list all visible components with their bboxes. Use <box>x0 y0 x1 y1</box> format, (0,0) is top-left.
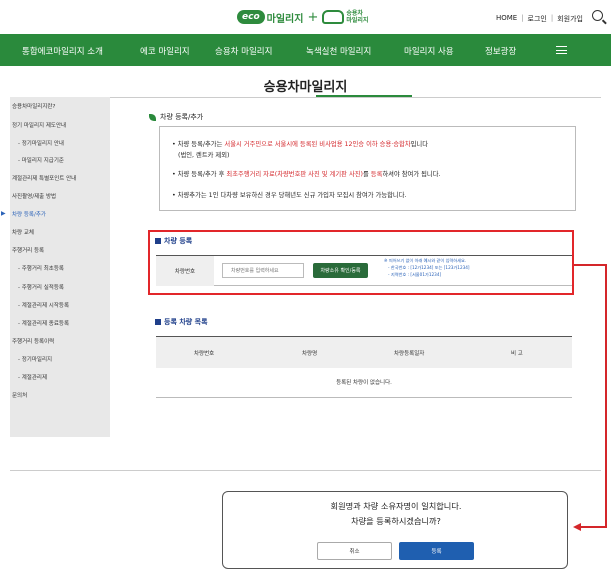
logo-sub-line-2: 마일리지 <box>346 17 369 24</box>
sidebar-item-about[interactable]: 승용차마일리지란? <box>12 102 55 110</box>
sidebar-item-mileage[interactable]: 주행거리 등록 <box>12 246 44 254</box>
leaf-icon <box>149 113 156 121</box>
logo-plus-icon: + <box>307 9 319 25</box>
nav-item-eco[interactable]: 에코 마일리지 <box>140 45 190 57</box>
logo-sub-line-1: 승용차 <box>346 10 363 17</box>
notice-2-red1: 최초주행거리 자료(차량번호판 사진 및 계기판 사진) <box>226 171 363 178</box>
plate-hint-2: - 한국번호 : [12가1234] 또는 [123가1234] <box>388 265 470 270</box>
sidebar-item-season-start[interactable]: - 계절관리제 시작등록 <box>18 301 69 309</box>
sidebar-item-seasonal-points[interactable]: 계절관리제 특별포인트 안내 <box>12 174 76 182</box>
notice-2-red2: 등록 <box>370 171 383 178</box>
sidebar-item-replace[interactable]: 차량 교체 <box>12 228 34 236</box>
dialog-message-1: 회원명과 차량 소유자명이 일치합니다. <box>330 501 462 511</box>
notice-2c: 하셔야 참여가 됩니다. <box>382 171 441 178</box>
sidebar-item-criteria[interactable]: - 마일리지 지급기준 <box>18 156 64 164</box>
registration-heading: 차량 등록 <box>155 236 192 246</box>
annotation-connector <box>574 264 607 266</box>
car-icon <box>322 10 345 24</box>
nav-item-info[interactable]: 정보광장 <box>485 45 516 57</box>
register-button[interactable]: 등록 <box>399 542 474 560</box>
table-header: 차량번호 차량명 차량등록일자 비 고 <box>156 336 572 368</box>
notice-line-1: • 차량 등록/추가는 서울시 거주민으로 서울시에 등록된 비사업용 12인승… <box>172 141 429 148</box>
plate-label: 차량번호 <box>156 256 214 286</box>
main-nav: 통합에코마일리지 소개 에코 마일리지 승용차 마일리지 녹색실천 마일리지 마… <box>0 34 611 66</box>
logo-text: 마일리지 <box>266 13 304 25</box>
column-note: 비 고 <box>511 351 523 357</box>
sidebar-item-first[interactable]: - 주행거리 최초등록 <box>18 264 64 272</box>
empty-message: 등록된 차량이 없습니다. <box>156 368 572 398</box>
column-plate: 차량번호 <box>194 351 215 357</box>
active-arrow-icon: ▶ <box>1 210 6 217</box>
logo-eco-mark: eco <box>237 10 265 24</box>
notice-2b: 를 <box>362 171 371 178</box>
link-separator: | <box>521 14 524 22</box>
column-name: 차량명 <box>302 351 318 357</box>
column-date: 차량등록일자 <box>394 351 425 357</box>
notice-1b: 입니다 <box>410 141 429 148</box>
annotation-connector <box>580 526 607 528</box>
sidebar-item-regular-guide[interactable]: 정기 마일리지 제도안내 <box>12 121 66 129</box>
section-title-text: 차량 등록/추가 <box>160 113 204 121</box>
confirm-dialog: 회원명과 차량 소유자명이 일치합니다. 차량을 등록하시겠습니까? 취소 등록 <box>222 491 568 569</box>
sidebar-item-contact[interactable]: 문의처 <box>12 391 27 399</box>
cancel-button[interactable]: 취소 <box>317 542 392 560</box>
sidebar-item-photo[interactable]: 사진촬영/제출 방법 <box>12 192 56 200</box>
notice-1a: 차량 등록/추가는 <box>177 141 225 148</box>
site-logo[interactable]: eco 마일리지 + 승용차 마일리지 <box>237 6 368 28</box>
square-icon <box>155 238 161 244</box>
top-links: HOME | 로그인 | 회원가입 <box>496 14 583 24</box>
annotation-connector <box>605 264 607 528</box>
notice-line-1-sub: (법인, 렌트카 제외) <box>178 152 230 159</box>
registration-form: 차량번호 차량소유 확인/등록 ※ 띄어쓰기 없이 아래 예시와 같이 입력하세… <box>156 255 572 286</box>
sidebar: 승용차마일리지란? 정기 마일리지 제도안내 - 정기마일리지 안내 - 마일리… <box>1 97 110 437</box>
sidebar-item-record[interactable]: - 주행거리 실적등록 <box>18 283 64 291</box>
square-icon <box>155 319 161 325</box>
nav-item-car[interactable]: 승용차 마일리지 <box>215 45 272 57</box>
sidebar-item-season-end[interactable]: - 계절관리제 종료등록 <box>18 319 69 327</box>
dialog-message-2: 차량을 등록하시겠습니까? <box>351 516 441 526</box>
notice-2a: 차량 등록/추가 후 <box>177 171 227 178</box>
search-icon[interactable] <box>592 10 603 21</box>
menu-icon[interactable] <box>556 46 567 54</box>
link-separator: | <box>550 14 554 22</box>
page-title: 승용차마일리지 <box>263 80 348 95</box>
list-heading-text: 등록 차량 목록 <box>164 318 208 326</box>
notice-line-2: • 차량 등록/추가 후 최초주행거리 자료(차량번호판 사진 및 계기판 사진… <box>172 171 441 178</box>
home-link[interactable]: HOME <box>496 14 517 24</box>
top-header: eco 마일리지 + 승용차 마일리지 HOME | 로그인 | 회원가입 <box>0 0 611 34</box>
arrow-head-icon <box>573 523 581 531</box>
section-title: 차량 등록/추가 <box>149 112 203 122</box>
sidebar-item-history[interactable]: 주행거리 등록이력 <box>12 337 54 345</box>
signup-link[interactable]: 회원가입 <box>557 14 583 24</box>
nav-item-intro[interactable]: 통합에코마일리지 소개 <box>22 45 103 57</box>
footer-divider <box>10 470 601 471</box>
nav-item-use[interactable]: 마일리지 사용 <box>404 45 454 57</box>
plate-input[interactable] <box>222 263 304 278</box>
sidebar-item-regular-info[interactable]: - 정기마일리지 안내 <box>18 139 64 147</box>
logo-sub: 승용차 마일리지 <box>346 10 368 24</box>
notice-line-3: • 차량추가는 1인 다차량 보유하신 경우 당해년도 신규 가입자 모집시 참… <box>172 192 407 199</box>
sidebar-item-history-season[interactable]: - 계절관리제 <box>18 373 47 381</box>
nav-item-green[interactable]: 녹색실천 마일리지 <box>306 45 371 57</box>
sidebar-item-register[interactable]: 차량 등록/추가 <box>12 210 46 218</box>
verify-register-button[interactable]: 차량소유 확인/등록 <box>313 263 368 278</box>
notice-box: • 차량 등록/추가는 서울시 거주민으로 서울시에 등록된 비사업용 12인승… <box>159 126 576 211</box>
notice-1-red: 서울시 거주민으로 서울시에 등록된 비사업용 12인승 이하 승용·승합차 <box>224 141 411 148</box>
registration-heading-text: 차량 등록 <box>164 237 193 245</box>
sidebar-item-history-regular[interactable]: - 정기마일리지 <box>18 355 52 363</box>
list-heading: 등록 차량 목록 <box>155 317 208 327</box>
plate-hint-3: - 지역번호 : [서울01가1234] <box>388 272 442 277</box>
notice-3: 차량추가는 1인 다차량 보유하신 경우 당해년도 신규 가입자 모집시 참여가… <box>177 192 407 199</box>
plate-hint-1: ※ 띄어쓰기 없이 아래 예시와 같이 입력하세요. <box>384 258 467 263</box>
login-link[interactable]: 로그인 <box>528 14 547 24</box>
